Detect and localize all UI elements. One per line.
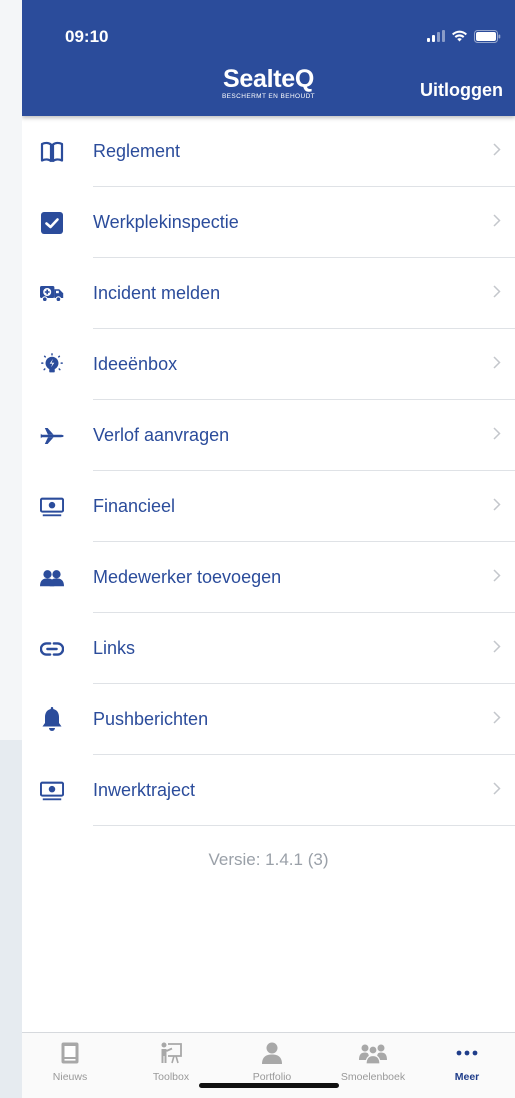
app-screen: 09:10 SealteQ BESCHERMT EN BEHOUDT Uitlo… [22, 0, 515, 1098]
checkbox-icon [40, 211, 64, 235]
menu-item-label: Medewerker toevoegen [93, 567, 282, 587]
menu-item-label: Reglement [93, 141, 181, 161]
menu-item-financieel[interactable]: Financieel [22, 471, 515, 542]
chevron-right-icon [493, 568, 501, 587]
menu-item-verlof-aanvragen[interactable]: Verlof aanvragen [22, 400, 515, 471]
menu-item-label: Inwerktraject [93, 780, 196, 800]
menu-item-inwerktraject[interactable]: Inwerktraject [22, 755, 515, 826]
ambulance-icon [40, 282, 64, 306]
status-time: 09:10 [65, 27, 109, 46]
chevron-right-icon [493, 781, 501, 800]
home-indicator [199, 1083, 339, 1088]
tab-nieuws[interactable]: Nieuws [25, 1041, 115, 1083]
link-icon [40, 637, 64, 661]
menu-item-links[interactable]: Links [22, 613, 515, 684]
menu-item-label: Ideeënbox [93, 354, 178, 374]
chevron-right-icon [493, 639, 501, 658]
tab-bar: Nieuws Toolbox Portfolio Smoelenboek Mee… [22, 1032, 515, 1098]
wifi-icon [451, 30, 468, 42]
chevron-right-icon [493, 142, 501, 161]
tab-meer[interactable]: Meer [422, 1041, 512, 1083]
presentation-icon [160, 1041, 182, 1065]
menu-item-label: Incident melden [93, 283, 221, 303]
users-icon [40, 566, 64, 590]
chevron-right-icon [493, 497, 501, 516]
chevron-right-icon [493, 426, 501, 445]
menu-item-label: Links [93, 638, 136, 658]
money-icon [40, 779, 64, 803]
menu-item-pushberichten[interactable]: Pushberichten [22, 684, 515, 755]
lightbulb-icon [40, 352, 64, 377]
airplane-icon [40, 424, 64, 448]
chevron-right-icon [493, 355, 501, 374]
tab-label: Nieuws [52, 1071, 88, 1083]
money-icon [40, 495, 64, 519]
chevron-right-icon [493, 213, 501, 232]
battery-icon [474, 29, 501, 43]
logout-button[interactable]: Uitloggen [420, 80, 503, 101]
more-menu: Reglement Werkplekinspectie Incident mel… [22, 116, 515, 826]
menu-item-label: Werkplekinspectie [93, 212, 239, 232]
menu-item-werkplekinspectie[interactable]: Werkplekinspectie [22, 187, 515, 258]
version-label: Versie: 1.4.1 (3) [208, 850, 329, 869]
newspaper-icon [61, 1041, 79, 1065]
tab-portfolio[interactable]: Portfolio [227, 1041, 317, 1083]
menu-item-label: Pushberichten [93, 709, 209, 729]
tab-label: Meer [454, 1071, 480, 1083]
group-icon [359, 1041, 387, 1065]
more-icon [456, 1041, 478, 1065]
app-header: 09:10 SealteQ BESCHERMT EN BEHOUDT Uitlo… [22, 0, 515, 116]
divider [93, 825, 515, 826]
chevron-right-icon [493, 284, 501, 303]
menu-item-medewerker-toevoegen[interactable]: Medewerker toevoegen [22, 542, 515, 613]
menu-item-incident-melden[interactable]: Incident melden [22, 258, 515, 329]
tab-label: Portfolio [252, 1071, 292, 1083]
chevron-right-icon [493, 710, 501, 729]
bell-icon [40, 706, 64, 732]
person-icon [262, 1041, 282, 1065]
tab-label: Smoelenboek [340, 1071, 406, 1083]
book-icon [40, 140, 64, 164]
tab-smoelenboek[interactable]: Smoelenboek [328, 1041, 418, 1083]
tab-toolbox[interactable]: Toolbox [126, 1041, 216, 1083]
signal-icon [427, 30, 445, 42]
menu-item-reglement[interactable]: Reglement [22, 116, 515, 187]
menu-item-label: Verlof aanvragen [93, 425, 230, 445]
backdrop [0, 0, 22, 1098]
menu-item-label: Financieel [93, 496, 176, 516]
status-icons [427, 29, 501, 43]
tab-label: Toolbox [152, 1071, 190, 1083]
menu-item-ideeenbox[interactable]: Ideeënbox [22, 329, 515, 400]
